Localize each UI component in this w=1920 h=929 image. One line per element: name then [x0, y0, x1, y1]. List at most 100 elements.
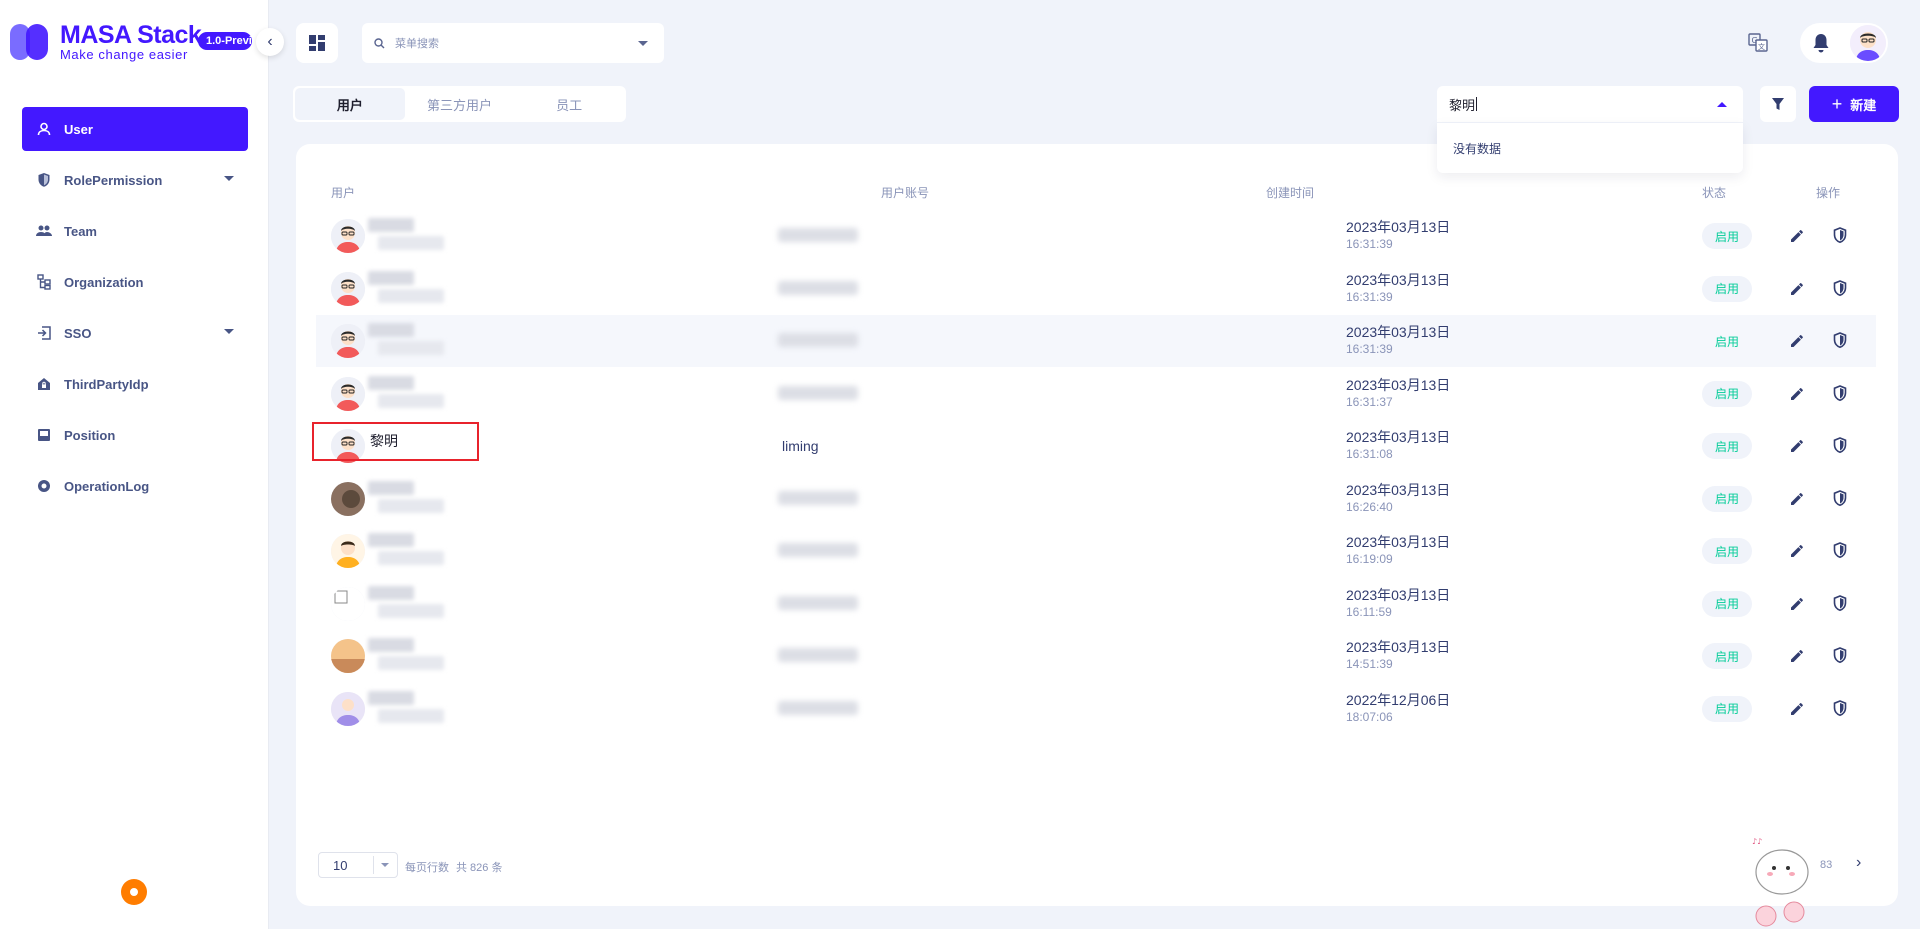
svg-text:♪♪: ♪♪	[1752, 837, 1762, 846]
sidebar-item-rolepermission[interactable]: RolePermission	[22, 158, 248, 202]
sidebar-item-user[interactable]: User	[22, 107, 248, 151]
redacted-name	[368, 375, 414, 390]
edit-icon[interactable]	[1789, 648, 1805, 664]
tab-staff[interactable]: 员工	[514, 88, 624, 120]
permission-shield-icon[interactable]	[1833, 437, 1849, 455]
tab-users[interactable]: 用户	[295, 88, 405, 120]
avatar	[331, 324, 365, 358]
chevron-down-icon[interactable]	[638, 41, 648, 46]
page-size-select[interactable]: 10	[318, 852, 398, 878]
permission-shield-icon[interactable]	[1833, 279, 1849, 298]
search-icon	[374, 37, 385, 48]
permission-shield-icon[interactable]	[1833, 384, 1849, 403]
avatar	[331, 691, 365, 726]
language-button[interactable]: G文	[1748, 32, 1770, 54]
plus-icon: +	[1831, 93, 1843, 114]
chevron-up-icon[interactable]	[1717, 102, 1727, 107]
new-user-button[interactable]: + 新建	[1809, 86, 1899, 122]
table-row[interactable]: 2023年03月13日 16:19:09 启用	[316, 525, 1876, 577]
edit-icon[interactable]	[1789, 333, 1805, 349]
edit-icon[interactable]	[1789, 701, 1805, 717]
table-row[interactable]: 2023年03月13日 16:31:39 启用	[316, 315, 1876, 367]
user-account: liming	[782, 438, 819, 454]
table-row[interactable]: 2023年03月13日 16:31:39 启用	[316, 210, 1876, 262]
edit-icon[interactable]	[1789, 596, 1805, 612]
page-number[interactable]: 83	[1820, 859, 1832, 871]
table-row[interactable]: 2022年12月06日 18:07:06 启用	[316, 683, 1876, 735]
user-search-input[interactable]: 黎明	[1437, 86, 1743, 122]
highlight-annotation	[312, 422, 479, 461]
bell-icon[interactable]	[1812, 33, 1830, 53]
table-row[interactable]: 2023年03月13日 16:31:37 启用	[316, 368, 1876, 420]
permission-shield-icon[interactable]	[1833, 332, 1849, 350]
sidebar-collapse-button[interactable]: ‹	[256, 28, 284, 56]
permission-shield-icon[interactable]	[1833, 594, 1849, 613]
filter-button[interactable]	[1760, 86, 1796, 122]
chevron-left-icon: ‹	[267, 33, 273, 50]
sidebar-item-position[interactable]: Position	[22, 413, 248, 457]
app-grid-button[interactable]	[296, 23, 338, 63]
brand-title: MASA Stack	[60, 21, 202, 49]
svg-text:文: 文	[1758, 42, 1765, 51]
permission-shield-icon[interactable]	[1833, 542, 1849, 560]
table-row[interactable]: 黎明 liming 2023年03月13日 16:31:08 启用	[316, 420, 1876, 472]
redacted-subtitle	[378, 708, 444, 723]
edit-icon[interactable]	[1789, 543, 1805, 559]
permission-shield-icon[interactable]	[1833, 699, 1849, 718]
search-dropdown: 没有数据	[1437, 123, 1743, 173]
redacted-account	[778, 700, 858, 715]
menu-search-input[interactable]: 菜单搜索	[362, 23, 664, 63]
menu-search-placeholder: 菜单搜索	[395, 38, 439, 50]
status-badge: 启用	[1702, 223, 1752, 249]
redacted-name	[368, 323, 414, 337]
floating-settings-button[interactable]	[121, 879, 147, 905]
sidebar-item-sso[interactable]: SSO	[22, 311, 248, 355]
permission-shield-icon[interactable]	[1833, 647, 1849, 665]
redacted-account	[778, 490, 858, 505]
user-type-tabs: 用户 第三方用户 员工	[293, 86, 626, 122]
redacted-subtitle	[378, 603, 444, 618]
table-row[interactable]: 2023年03月13日 16:26:40 启用	[316, 473, 1876, 525]
dot-icon	[130, 888, 138, 896]
sidebar-item-organization[interactable]: Organization	[22, 260, 248, 304]
permission-shield-icon[interactable]	[1833, 227, 1849, 245]
avatar	[331, 376, 365, 411]
table-header: 用户 用户账号 创建时间 状态 操作	[296, 184, 1898, 204]
created-date: 2023年03月13日	[1346, 271, 1451, 288]
table-row[interactable]: 2023年03月13日 14:51:39 启用	[316, 630, 1876, 682]
brand-subtitle: Make change easier	[60, 47, 188, 62]
avatar[interactable]	[1850, 25, 1886, 61]
redacted-account	[778, 333, 858, 347]
table-row[interactable]: 2023年03月13日 16:11:59 启用	[316, 578, 1876, 630]
created-date: 2023年03月13日	[1346, 586, 1451, 603]
sidebar-item-team[interactable]: Team	[22, 209, 248, 253]
status-badge: 启用	[1702, 433, 1752, 459]
chevron-down-icon[interactable]	[224, 329, 234, 334]
sidebar-nav: User RolePermission Team Organization SS…	[22, 107, 248, 515]
sidebar-item-label: Position	[64, 427, 116, 443]
per-page-label: 每页行数	[405, 862, 449, 874]
sidebar-item-operationlog[interactable]: OperationLog	[22, 464, 248, 508]
avatar	[331, 534, 365, 568]
redacted-name	[368, 270, 414, 285]
sidebar-item-thirdpartyidp[interactable]: ThirdPartyIdp	[22, 362, 248, 406]
chevron-down-icon[interactable]	[224, 176, 234, 181]
next-page-button[interactable]: ›	[1856, 854, 1861, 872]
redacted-name	[368, 585, 414, 600]
edit-icon[interactable]	[1789, 386, 1805, 402]
edit-icon[interactable]	[1789, 438, 1805, 454]
mascot-widget[interactable]: ♪♪	[1744, 830, 1818, 928]
avatar	[331, 219, 365, 253]
chevron-down-icon[interactable]	[381, 863, 389, 867]
created-date: 2023年03月13日	[1346, 376, 1451, 393]
created-date: 2023年03月13日	[1346, 639, 1451, 655]
no-data-text: 没有数据	[1453, 141, 1502, 156]
permission-shield-icon[interactable]	[1833, 489, 1849, 508]
tab-third-party-users[interactable]: 第三方用户	[405, 88, 515, 120]
edit-icon[interactable]	[1789, 228, 1805, 244]
brand-logo[interactable]: MASA Stack Make change easier	[10, 21, 202, 62]
edit-icon[interactable]	[1789, 281, 1805, 297]
header-actions: 操作	[1816, 186, 1841, 200]
table-row[interactable]: 2023年03月13日 16:31:39 启用	[316, 263, 1876, 315]
edit-icon[interactable]	[1789, 491, 1805, 507]
